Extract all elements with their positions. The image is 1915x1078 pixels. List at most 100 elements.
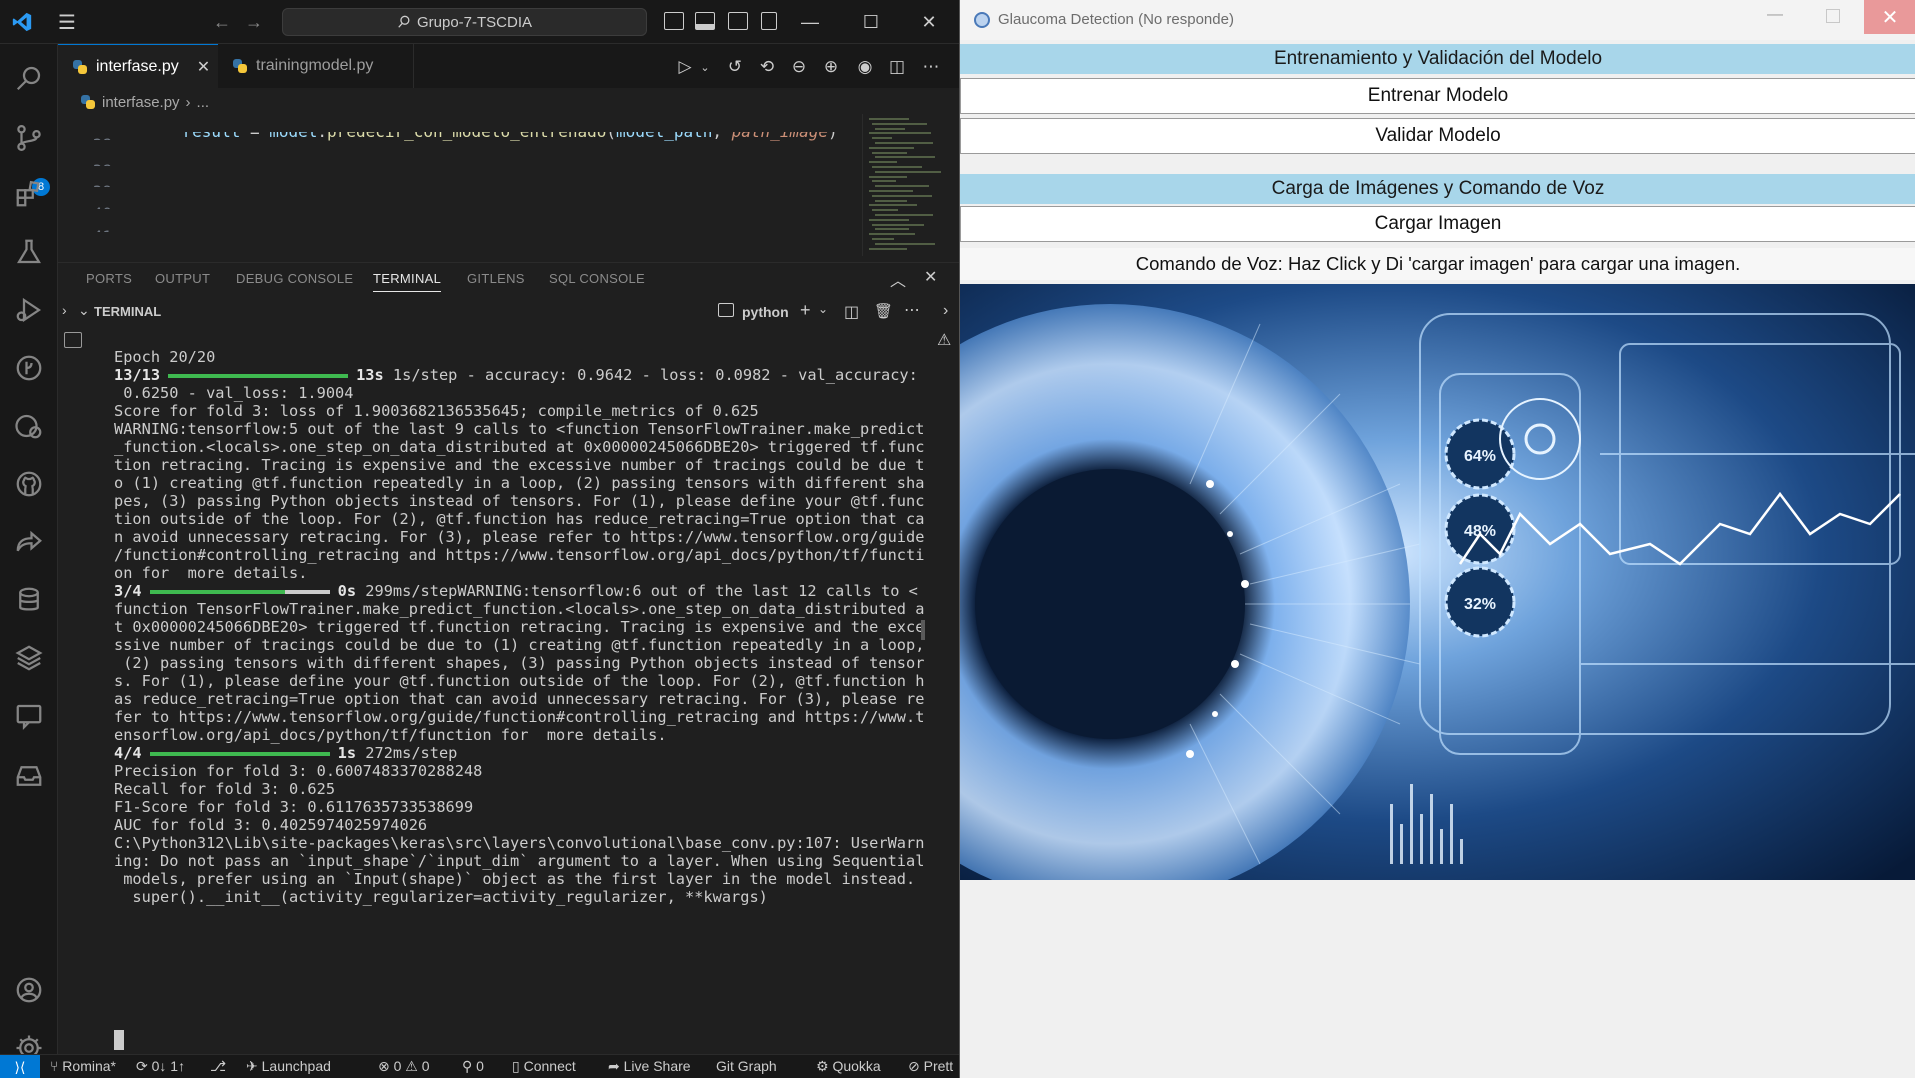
minimap-line — [875, 228, 909, 231]
status-connect[interactable]: ▯ Connect — [512, 1058, 576, 1075]
run-debug-icon[interactable] — [0, 282, 58, 338]
code-line: 37 result = model.predecir_con_modelo_en… — [58, 132, 858, 142]
app-minimize-icon[interactable]: — — [1767, 6, 1783, 24]
terminal-output[interactable]: Epoch 20/20 13/13 13s 1s/step - accuracy: … — [114, 346, 924, 1046]
close-tab-icon[interactable]: ✕ — [197, 57, 210, 77]
open-changes-icon[interactable]: ⟲ — [756, 56, 778, 78]
minimap-line — [869, 118, 909, 120]
layers-icon[interactable] — [0, 630, 58, 686]
minimap-line — [869, 247, 907, 250]
train-model-button[interactable]: Entrenar Modelo — [960, 78, 1915, 114]
minimize-icon[interactable]: — — [787, 0, 833, 44]
status-prettier[interactable]: ⊘ Prett — [908, 1058, 953, 1075]
status-live-share[interactable]: ➦ Live Share — [608, 1058, 691, 1075]
split-editor-icon[interactable]: ◫ — [886, 56, 908, 78]
status-git-graph[interactable]: Git Graph — [716, 1058, 777, 1074]
code-line: 40 else: — [58, 185, 858, 209]
kill-terminal-trash-icon[interactable]: 🗑 — [874, 302, 893, 320]
close-window-icon[interactable]: ✕ — [906, 0, 952, 44]
tab-debug-console[interactable]: DEBUG CONSOLE — [236, 271, 353, 286]
app-close-icon[interactable]: ✕ — [1864, 0, 1915, 34]
tab-sql-console[interactable]: SQL CONSOLE — [549, 271, 645, 286]
run-python-icon[interactable]: ▷ — [674, 56, 696, 78]
breadcrumb-more[interactable]: ... — [197, 94, 210, 111]
tab-terminal[interactable]: TERMINAL — [373, 271, 442, 292]
previous-change-icon[interactable]: ⊖ — [788, 56, 810, 78]
next-change-icon[interactable]: ⊕ — [820, 56, 842, 78]
minimap-line — [875, 156, 935, 159]
accounts-icon[interactable] — [0, 962, 58, 1018]
vscode-window: ☰ ← → Grupo-7-TSCDIA — ☐ ✕ 8 interfase.p… — [0, 0, 959, 1078]
close-panel-icon[interactable]: ✕ — [924, 267, 938, 287]
editor-tabs: interfase.py ✕ trainingmodel.py ▷ ⌄ ↺ ⟲ … — [58, 44, 959, 88]
toggle-secondary-sidebar-icon[interactable] — [728, 12, 748, 30]
voice-command-label[interactable]: Comando de Voz: Haz Click y Di 'cargar i… — [960, 248, 1915, 280]
panel-expand-chevron-icon[interactable]: › — [943, 302, 948, 320]
source-control-icon[interactable] — [0, 110, 58, 166]
minimap[interactable] — [862, 114, 942, 256]
database-icon[interactable] — [0, 572, 58, 628]
load-image-button[interactable]: Cargar Imagen — [960, 206, 1915, 242]
remote-indicator-icon[interactable]: ⟩⟨ — [0, 1055, 40, 1078]
tab-gitlens[interactable]: GITLENS — [467, 271, 525, 286]
testing-flask-icon[interactable] — [0, 224, 58, 280]
toggle-sidebar-icon[interactable] — [664, 12, 684, 30]
minimap-line — [872, 194, 932, 197]
breadcrumb-file[interactable]: interfase.py — [102, 94, 180, 111]
back-arrow-icon[interactable]: ← — [208, 0, 236, 44]
split-terminal-icon[interactable]: ◫ — [844, 302, 859, 322]
validate-model-button[interactable]: Validar Modelo — [960, 118, 1915, 154]
more-actions-icon[interactable]: ⋯ — [920, 56, 942, 78]
app-title-bar: Glaucoma Detection (No responde) — ✕ — [960, 0, 1915, 40]
command-center-search[interactable]: Grupo-7-TSCDIA — [282, 8, 647, 36]
remote-explorer-icon[interactable] — [0, 398, 58, 454]
minimap-line — [872, 166, 922, 168]
maximize-panel-chevron-icon[interactable]: ︿ — [890, 267, 906, 291]
gauge-64: 64% — [1464, 448, 1496, 465]
live-share-icon[interactable] — [0, 514, 58, 570]
status-ports[interactable]: ⚲ 0 — [462, 1058, 484, 1075]
title-bar: ☰ ← → Grupo-7-TSCDIA — ☐ ✕ — [0, 0, 959, 44]
minimap-line — [869, 233, 915, 236]
customize-layout-icon[interactable] — [761, 12, 777, 30]
tab-output[interactable]: OUTPUT — [155, 271, 210, 286]
forward-arrow-icon[interactable]: → — [240, 0, 268, 44]
timeline-icon[interactable]: ↺ — [724, 56, 746, 78]
status-problems[interactable]: ⊗ 0 ⚠ 0 — [378, 1058, 430, 1075]
status-launchpad[interactable]: ✈ Launchpad — [246, 1058, 331, 1075]
terminal-cursor — [114, 1030, 124, 1050]
tab-ports[interactable]: PORTS — [86, 271, 132, 286]
status-quokka[interactable]: ⚙ Quokka — [816, 1058, 881, 1075]
terminal-chat-icon[interactable] — [64, 332, 82, 348]
explorer-search-icon[interactable] — [0, 50, 58, 106]
status-branch[interactable]: ⑂ Romina* — [50, 1058, 116, 1074]
comments-icon[interactable] — [0, 688, 58, 744]
status-sync[interactable]: ⟳ 0↓ 1↑ — [136, 1058, 185, 1075]
expand-chevron-icon[interactable]: › — [62, 302, 67, 318]
app-maximize-icon[interactable] — [1826, 9, 1840, 23]
tab-trainingmodel-py[interactable]: trainingmodel.py — [218, 44, 414, 88]
toggle-panel-icon[interactable] — [695, 12, 715, 30]
extensions-icon[interactable] — [0, 166, 58, 222]
run-dropdown-chevron-icon[interactable]: ⌄ — [694, 56, 716, 78]
code-editor[interactable]: 28 def predecir_con_modelo(path_image): … — [58, 114, 858, 256]
minimap-line — [872, 209, 898, 212]
git-history-icon[interactable] — [0, 340, 58, 396]
tab-interfase-py[interactable]: interfase.py ✕ — [58, 44, 218, 88]
terminal-dropdown-icon[interactable]: ⌄ — [818, 302, 828, 316]
maximize-icon[interactable]: ☐ — [848, 0, 894, 44]
terminal-shell-name[interactable]: python — [742, 304, 789, 320]
minimap-line — [872, 180, 896, 183]
eye-tech-illustration: 64% 48% 32% — [960, 284, 1915, 880]
loading-section-header: Carga de Imágenes y Comando de Voz — [960, 174, 1915, 204]
terminal-scrollbar[interactable] — [921, 620, 925, 640]
collapse-chevron-icon[interactable]: ⌄ — [78, 302, 90, 319]
new-terminal-plus-icon[interactable]: + — [800, 300, 811, 321]
minimap-line — [869, 204, 917, 207]
menu-icon[interactable]: ☰ — [52, 0, 82, 44]
github-icon[interactable] — [0, 456, 58, 512]
terminal-more-icon[interactable]: ⋯ — [904, 300, 920, 320]
gitlens-icon[interactable]: ◉ — [854, 56, 876, 78]
inbox-icon[interactable] — [0, 748, 58, 804]
status-git-icon[interactable]: ⎇ — [210, 1058, 226, 1075]
